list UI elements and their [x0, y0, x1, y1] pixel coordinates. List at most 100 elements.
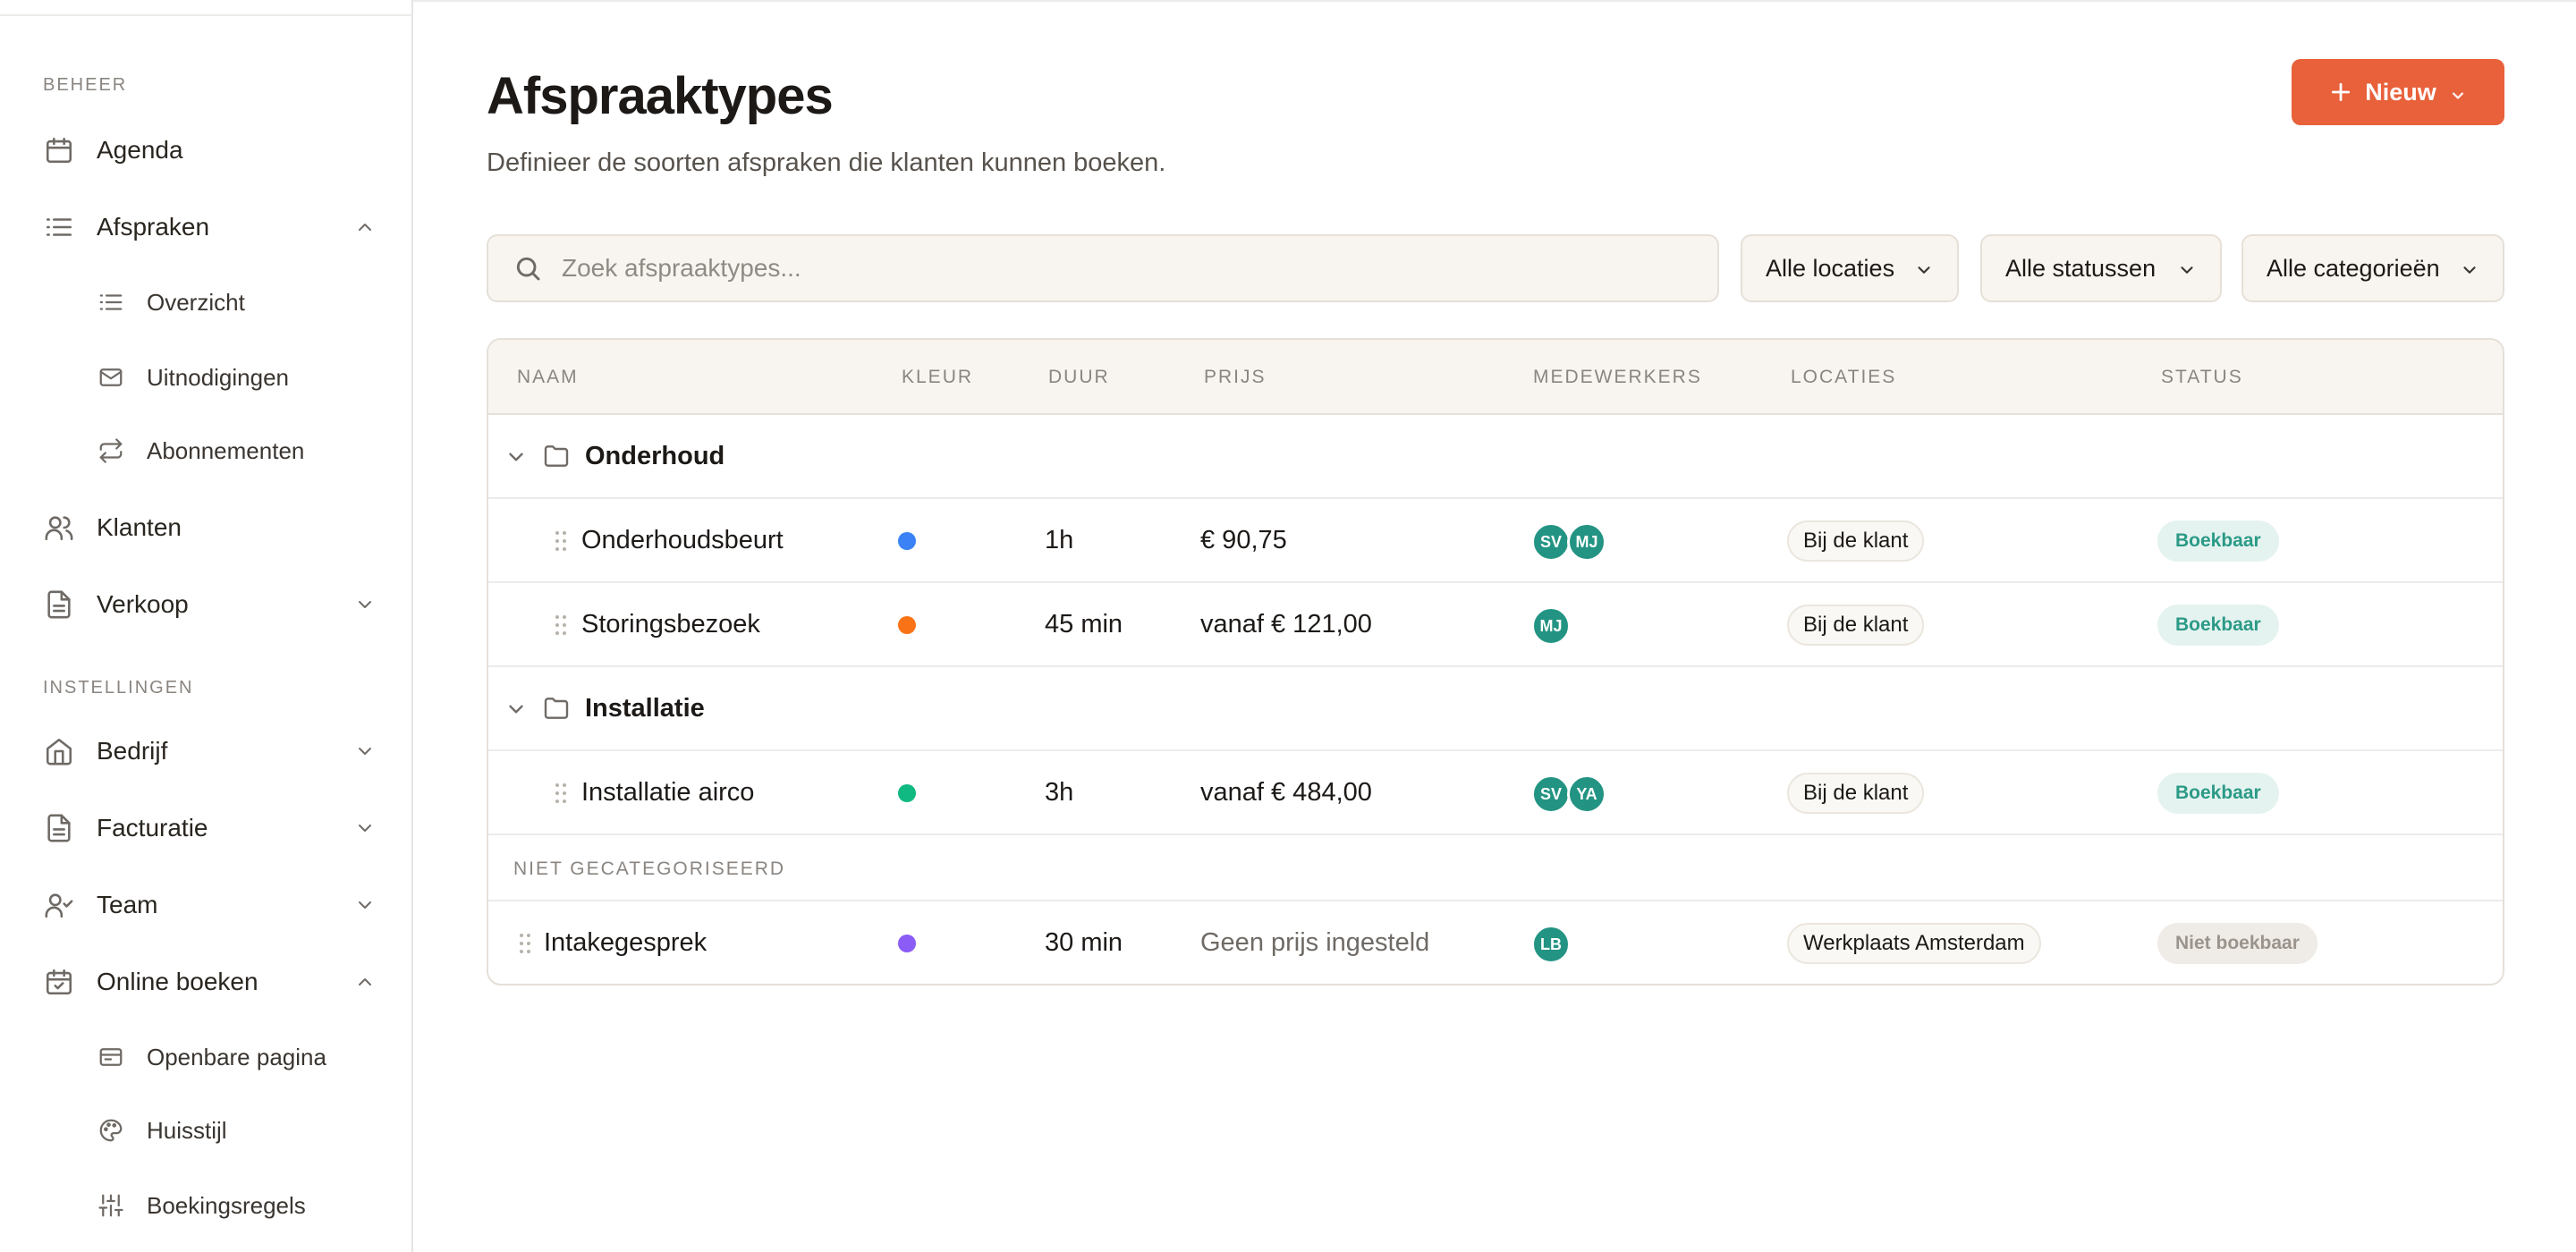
table-row[interactable]: Intakegesprek 30 min Geen prijs ingestel… [488, 901, 2503, 984]
row-duration: 3h [1045, 778, 1074, 807]
drag-handle-icon[interactable] [519, 932, 531, 955]
sidebar-subitem-abonnementen[interactable]: Abonnementen [97, 431, 383, 470]
row-name: Storingsbezoek [581, 610, 760, 639]
sidebar-subitem-huisstijl[interactable]: Huisstijl [97, 1111, 383, 1150]
main-divider [413, 0, 2576, 2]
new-button[interactable]: Nieuw [2292, 59, 2504, 125]
avatar: LB [1531, 925, 1571, 964]
chevron-up-icon [354, 216, 376, 238]
column-header-name[interactable]: NAAM [517, 367, 579, 388]
chevron-down-icon [354, 594, 376, 615]
sidebar-item-label: Online boeken [97, 968, 258, 995]
column-header-color: KLEUR [902, 367, 974, 387]
filter-categories[interactable]: Alle categorieën [2241, 234, 2504, 302]
drag-handle-icon[interactable] [555, 529, 567, 553]
calendar-check-icon [43, 966, 75, 998]
staff-avatars: SV YA [1531, 774, 1606, 814]
location-chip: Bij de klant [1787, 520, 1925, 562]
sidebar-item-verkoop[interactable]: Verkoop [43, 583, 376, 626]
column-header-duration[interactable]: DUUR [1048, 367, 1110, 388]
sidebar-subitem-openbare-pagina[interactable]: Openbare pagina [97, 1037, 383, 1077]
group-row-onderhoud[interactable]: Onderhoud [488, 415, 2503, 499]
sidebar-subitem-overzicht[interactable]: Overzicht [97, 283, 383, 322]
palette-icon [97, 1116, 125, 1145]
sidebar-subitem-label: Openbare pagina [147, 1043, 326, 1070]
group-row-installatie[interactable]: Installatie [488, 667, 2503, 751]
table-header: NAAM KLEUR DUUR PRIJS MEDEWERKERS LOCATI… [488, 340, 2503, 415]
repeat-icon [97, 436, 125, 465]
sidebar-item-label: Verkoop [97, 590, 189, 618]
search-input[interactable] [562, 254, 1635, 283]
column-header-price[interactable]: PRIJS [1204, 367, 1267, 388]
filter-statuses[interactable]: Alle statussen [1980, 234, 2222, 302]
document-icon [43, 812, 75, 844]
column-header-status[interactable]: STATUS [2161, 367, 2243, 388]
color-dot [898, 616, 916, 634]
row-name: Intakegesprek [544, 928, 708, 957]
section-label-instellingen: INSTELLINGEN [43, 678, 194, 698]
chevron-up-icon [354, 971, 376, 993]
search-icon [513, 254, 542, 283]
staff-avatars: LB [1531, 925, 1571, 964]
group-name: Onderhoud [585, 442, 725, 470]
row-name: Installatie airco [581, 778, 755, 807]
drag-handle-icon[interactable] [555, 613, 567, 637]
status-badge: Boekbaar [2157, 773, 2279, 814]
sidebar-item-online-boeken[interactable]: Online boeken [43, 960, 376, 1003]
sidebar-item-label: Bedrijf [97, 737, 168, 765]
filter-categories-label: Alle categorieën [2267, 254, 2440, 282]
staff-avatars: SV MJ [1531, 522, 1606, 562]
table-row[interactable]: Onderhoudsbeurt 1h € 90,75 SV MJ Bij de … [488, 499, 2503, 583]
row-duration: 1h [1045, 526, 1074, 554]
section-label-beheer: BEHEER [43, 75, 128, 95]
folder-icon [542, 442, 571, 470]
page-title: Afspraaktypes [487, 67, 834, 125]
app-root: BEHEER Agenda Afspraken Overzicht Uitnod… [0, 0, 2576, 1252]
user-check-icon [43, 889, 75, 921]
color-dot [898, 784, 916, 802]
row-duration: 45 min [1045, 610, 1123, 639]
filter-statuses-label: Alle statussen [2005, 254, 2157, 282]
search-box [487, 234, 1719, 302]
status-badge: Boekbaar [2157, 520, 2279, 562]
list-icon [43, 211, 75, 243]
sidebar-subitem-label: Abonnementen [147, 436, 305, 464]
row-price: vanaf € 121,00 [1200, 610, 1372, 639]
sidebar-subitem-label: Huisstijl [147, 1116, 227, 1144]
list-icon [97, 288, 125, 317]
chevron-down-icon[interactable] [504, 698, 528, 721]
sidebar-item-facturatie[interactable]: Facturatie [43, 807, 376, 850]
sidebar-divider [0, 14, 411, 16]
avatar: MJ [1567, 522, 1606, 562]
drag-handle-icon[interactable] [555, 782, 567, 805]
chevron-down-icon [2177, 258, 2197, 278]
page-subtitle: Definieer de soorten afspraken die klant… [487, 148, 1166, 177]
status-badge: Boekbaar [2157, 605, 2279, 646]
sidebar-item-klanten[interactable]: Klanten [43, 506, 376, 549]
sidebar-item-label: Team [97, 891, 158, 918]
sidebar-item-label: Klanten [97, 513, 182, 541]
sidebar-item-agenda[interactable]: Agenda [43, 129, 376, 172]
browser-card-icon [97, 1043, 125, 1071]
sidebar-subitem-label: Uitnodigingen [147, 363, 290, 391]
group-name: Installatie [585, 694, 705, 723]
filter-locations[interactable]: Alle locaties [1741, 234, 1959, 302]
sidebar-item-team[interactable]: Team [43, 884, 376, 926]
sidebar-item-bedrijf[interactable]: Bedrijf [43, 730, 376, 773]
table-row[interactable]: Storingsbezoek 45 min vanaf € 121,00 MJ … [488, 583, 2503, 667]
sidebar-item-label: Facturatie [97, 814, 208, 842]
uncategorized-label: NIET GECATEGORISEERD [513, 859, 786, 879]
row-duration: 30 min [1045, 928, 1123, 957]
sidebar-subitem-boekingsregels[interactable]: Boekingsregels [97, 1186, 383, 1225]
sidebar-item-afspraken[interactable]: Afspraken [43, 206, 376, 249]
chevron-down-icon [2449, 83, 2467, 101]
new-button-label: Nieuw [2365, 78, 2436, 106]
mail-icon [97, 363, 125, 392]
chevron-down-icon [354, 817, 376, 839]
chevron-down-icon[interactable] [504, 445, 528, 469]
sliders-icon [97, 1191, 125, 1220]
table-row[interactable]: Installatie airco 3h vanaf € 484,00 SV Y… [488, 751, 2503, 835]
sidebar-subitem-uitnodigingen[interactable]: Uitnodigingen [97, 358, 383, 397]
row-price: € 90,75 [1200, 526, 1287, 554]
chevron-down-icon [354, 740, 376, 762]
